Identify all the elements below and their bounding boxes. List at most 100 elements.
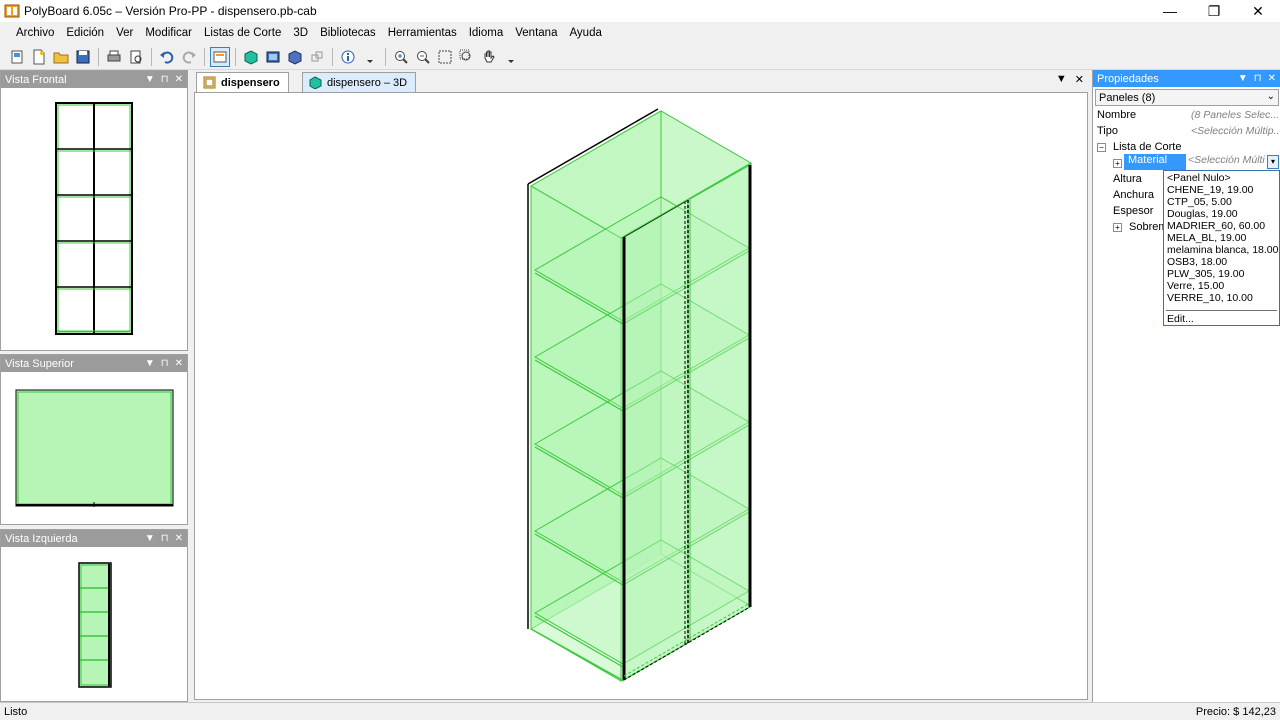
material-option[interactable]: melamina blanca, 18.00 (1167, 244, 1279, 256)
window-controls: — ❐ ✕ (1148, 0, 1280, 22)
front-view-panel: Vista Frontal ▼ ⊓ ✕ (0, 70, 188, 351)
front-view-title: Vista Frontal (5, 73, 67, 86)
new-cabinet-icon[interactable] (7, 47, 27, 67)
3d-viewport[interactable] (194, 92, 1088, 700)
price-readout: Precio: $ 142,23 (1195, 706, 1276, 718)
left-view-canvas[interactable] (1, 547, 187, 701)
zoom-extents-icon[interactable] (435, 47, 455, 67)
3d-box-icon[interactable] (285, 47, 305, 67)
3d-render-icon[interactable] (263, 47, 283, 67)
minimize-button[interactable]: — (1148, 0, 1192, 22)
toolbar-overflow-icon[interactable] (360, 47, 380, 67)
material-option[interactable]: VERRE_10, 10.00 (1167, 292, 1253, 304)
material-dropdown-button[interactable]: ▾ (1267, 155, 1279, 169)
pan-hand-icon[interactable] (479, 47, 499, 67)
panel-menu-icon[interactable]: ▼ (1238, 73, 1248, 84)
close-window-button[interactable]: ✕ (1236, 0, 1280, 22)
save-icon[interactable] (73, 47, 93, 67)
top-view-title: Vista Superior (5, 357, 74, 370)
material-edit-option[interactable]: Edit... (1167, 313, 1194, 325)
object-selector[interactable]: Paneles (8) ⌄ (1095, 89, 1279, 106)
material-option[interactable]: MADRIER_60, 60.00 (1167, 220, 1265, 232)
toolbar-separator (385, 47, 386, 66)
polyboard-app-icon (4, 4, 20, 18)
close-document-icon[interactable]: ✕ (1075, 73, 1084, 86)
material-property-label[interactable]: Material (1124, 154, 1186, 170)
tab-dispensero-label: dispensero (221, 76, 280, 89)
new-file-icon[interactable] (29, 47, 49, 67)
collapse-icon[interactable]: − (1097, 143, 1106, 152)
menu-archivo[interactable]: Archivo (10, 27, 60, 39)
zoom-in-icon[interactable] (391, 47, 411, 67)
prop-row-nombre[interactable]: Nombre (8 Paneles Selec... (1093, 108, 1280, 124)
title-bar: PolyBoard 6.05c – Versión Pro-PP - dispe… (0, 0, 1280, 22)
material-option[interactable]: MELA_BL, 19.00 (1167, 232, 1246, 244)
top-view-header: Vista Superior ▼ ⊓ ✕ (1, 355, 187, 372)
zoom-out-icon[interactable] (413, 47, 433, 67)
pin-icon[interactable]: ⊓ (161, 358, 169, 369)
material-option[interactable]: Douglas, 19.00 (1167, 208, 1238, 220)
menu-modificar[interactable]: Modificar (139, 27, 198, 39)
material-option[interactable]: <Panel Nulo> (1167, 172, 1231, 184)
material-option[interactable]: PLW_305, 19.00 (1167, 268, 1244, 280)
tab-dispensero-3d-label: dispensero – 3D (327, 76, 408, 89)
close-icon[interactable]: ✕ (1268, 73, 1276, 84)
prop-label: Tipo (1097, 125, 1118, 137)
menu-ver[interactable]: Ver (110, 27, 139, 39)
menu-ayuda[interactable]: Ayuda (563, 27, 607, 39)
tab-dispensero[interactable]: dispensero (196, 72, 289, 92)
redo-icon[interactable] (179, 47, 199, 67)
3d-solid-view-icon[interactable] (241, 47, 261, 67)
restore-button[interactable]: ❐ (1192, 0, 1236, 22)
open-folder-icon[interactable] (51, 47, 71, 67)
menu-listas-de-corte[interactable]: Listas de Corte (198, 27, 287, 39)
toolbar-separator (235, 47, 236, 66)
pin-icon[interactable]: ⊓ (161, 533, 169, 544)
prop-value: <Selección Múltip... (1191, 125, 1279, 137)
prop-label: Sobrem (1129, 221, 1168, 233)
toolbar-overflow-icon[interactable] (501, 47, 521, 67)
menu-bibliotecas[interactable]: Bibliotecas (314, 27, 382, 39)
prop-row-tipo[interactable]: Tipo <Selección Múltip... (1093, 124, 1280, 140)
print-icon[interactable] (104, 47, 124, 67)
pin-icon[interactable]: ⊓ (1254, 73, 1262, 84)
tab-dispensero-3d[interactable]: dispensero – 3D (302, 72, 417, 92)
expand-icon[interactable]: + (1113, 159, 1122, 168)
panel-menu-icon[interactable]: ▼ (145, 358, 155, 369)
undo-icon[interactable] (157, 47, 177, 67)
close-icon[interactable]: ✕ (175, 358, 183, 369)
top-view-canvas[interactable] (1, 372, 187, 524)
menu-ventana[interactable]: Ventana (509, 27, 563, 39)
info-icon[interactable] (338, 47, 358, 67)
zoom-window-icon[interactable] (457, 47, 477, 67)
material-option[interactable]: Verre, 15.00 (1167, 280, 1224, 292)
prop-label: Nombre (1097, 109, 1137, 121)
pin-icon[interactable]: ⊓ (161, 74, 169, 85)
panel-menu-icon[interactable]: ▼ (145, 74, 155, 85)
properties-header: Propiedades ▼ ⊓ ✕ (1093, 70, 1280, 87)
material-property-value[interactable]: <Selección Múlti (1188, 154, 1268, 170)
menu-3d[interactable]: 3D (287, 27, 314, 39)
prop-value: (8 Paneles Selec... (1191, 109, 1279, 121)
close-icon[interactable]: ✕ (175, 533, 183, 544)
close-icon[interactable]: ✕ (175, 74, 183, 85)
print-preview-icon[interactable] (126, 47, 146, 67)
expand-icon[interactable]: + (1113, 223, 1122, 232)
panel-menu-icon[interactable]: ▼ (145, 533, 155, 544)
menu-bar: Archivo Edición Ver Modificar Listas de … (0, 22, 1280, 44)
left-view-header: Vista Izquierda ▼ ⊓ ✕ (1, 530, 187, 547)
object-selector-value: Paneles (8) (1099, 91, 1156, 104)
properties-toggle-icon[interactable] (210, 46, 230, 67)
menu-herramientas[interactable]: Herramientas (382, 27, 463, 39)
front-view-canvas[interactable] (1, 88, 187, 350)
properties-title: Propiedades (1097, 72, 1159, 85)
menu-idioma[interactable]: Idioma (463, 27, 510, 39)
material-option[interactable]: CTP_05, 5.00 (1167, 196, 1232, 208)
cabinet-3d-model[interactable] (195, 93, 1087, 699)
tab-list-dropdown-icon[interactable]: ▼ (1056, 73, 1067, 86)
material-option[interactable]: OSB3, 18.00 (1167, 256, 1227, 268)
menu-edicion[interactable]: Edición (60, 27, 110, 39)
assembly-icon[interactable] (307, 47, 327, 67)
material-option[interactable]: CHENE_19, 19.00 (1167, 184, 1253, 196)
chevron-down-icon[interactable]: ⌄ (1267, 91, 1275, 102)
